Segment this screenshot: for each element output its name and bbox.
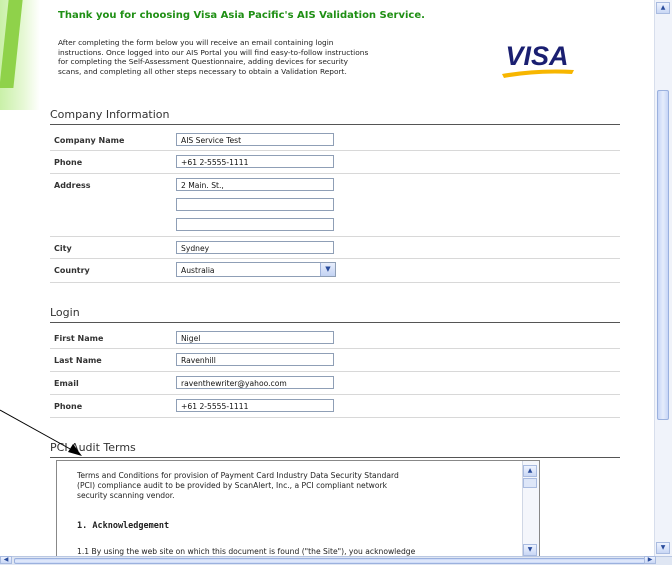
intro-line: After completing the form below you will… [58,38,334,47]
scroll-up-icon[interactable]: ▲ [523,465,537,477]
chevron-down-icon[interactable]: ▼ [320,263,335,276]
scroll-down-icon[interactable]: ▼ [656,542,670,554]
row-divider [50,371,620,372]
terms-intro: Terms and Conditions for provision of Pa… [77,471,497,501]
section-divider [50,124,620,125]
scroll-down-icon[interactable]: ▼ [523,544,537,556]
horizontal-scroll-thumb[interactable] [14,558,656,564]
login-section-title: Login [50,306,80,319]
page-horizontal-scrollbar[interactable]: ◀ ▶ [0,556,672,565]
vertical-scroll-thumb[interactable] [657,90,669,420]
address-line2-input[interactable] [176,198,334,211]
visa-logo-text: VISA [505,41,568,71]
address-line1-input[interactable]: 2 Main. St., [176,178,334,191]
address-label: Address [54,181,91,190]
city-label: City [54,244,72,253]
row-divider [50,417,620,418]
first-name-input[interactable]: Nigel [176,331,334,344]
scroll-up-icon[interactable]: ▲ [656,2,670,14]
city-input[interactable]: Sydney [176,241,334,254]
company-name-label: Company Name [54,136,125,145]
country-label: Country [54,266,90,275]
row-divider [50,173,620,174]
scroll-thumb[interactable] [523,478,537,488]
terms-heading: 1. Acknowledgement [77,521,170,531]
last-name-label: Last Name [54,356,102,365]
login-phone-label: Phone [54,402,83,411]
first-name-label: First Name [54,334,104,343]
company-phone-label: Phone [54,158,83,167]
last-name-input[interactable]: Ravenhill [176,353,334,366]
page-vertical-scrollbar[interactable]: ▲ ▼ [654,0,672,557]
row-divider [50,236,620,237]
company-phone-input[interactable]: +61 2-5555-1111 [176,155,334,168]
intro-line: scans, and completing all other steps ne… [58,66,347,76]
section-divider [50,457,620,458]
email-input[interactable]: raventhewriter@yahoo.com [176,376,334,389]
terms-line: (PCI) compliance audit to be provided by… [77,481,388,490]
row-divider [50,348,620,349]
company-name-input[interactable]: AIS Service Test [176,133,334,146]
row-divider [50,394,620,395]
country-select[interactable]: Australia ▼ [176,262,336,277]
page-title: Thank you for choosing Visa Asia Pacific… [58,10,425,21]
scroll-left-icon[interactable]: ◀ [0,556,12,564]
scroll-right-icon[interactable]: ▶ [644,556,656,564]
terms-line: security scanning vendor. [77,491,175,500]
login-phone-input[interactable]: +61 2-5555-1111 [176,399,334,412]
row-divider [50,258,620,259]
intro-text: After completing the form below you will… [58,38,458,76]
section-divider [50,322,620,323]
company-section-title: Company Information [50,108,170,121]
intro-line: for completing the Self-Assessment Quest… [58,57,349,67]
terms-section-title: PCI Audit Terms [50,441,136,454]
visa-logo: VISA [502,41,574,78]
decorative-green-stripe [0,0,40,110]
address-line3-input[interactable] [176,218,334,231]
country-selected-value: Australia [181,266,215,275]
intro-line: instructions. Once logged into our AIS P… [58,47,369,57]
row-divider [50,282,620,283]
terms-scrollbar[interactable]: ▲ ▼ [522,461,539,558]
email-label: Email [54,379,79,388]
terms-line: Terms and Conditions for provision of Pa… [77,471,399,480]
terms-textarea[interactable]: Terms and Conditions for provision of Pa… [56,460,540,559]
row-divider [50,150,620,151]
